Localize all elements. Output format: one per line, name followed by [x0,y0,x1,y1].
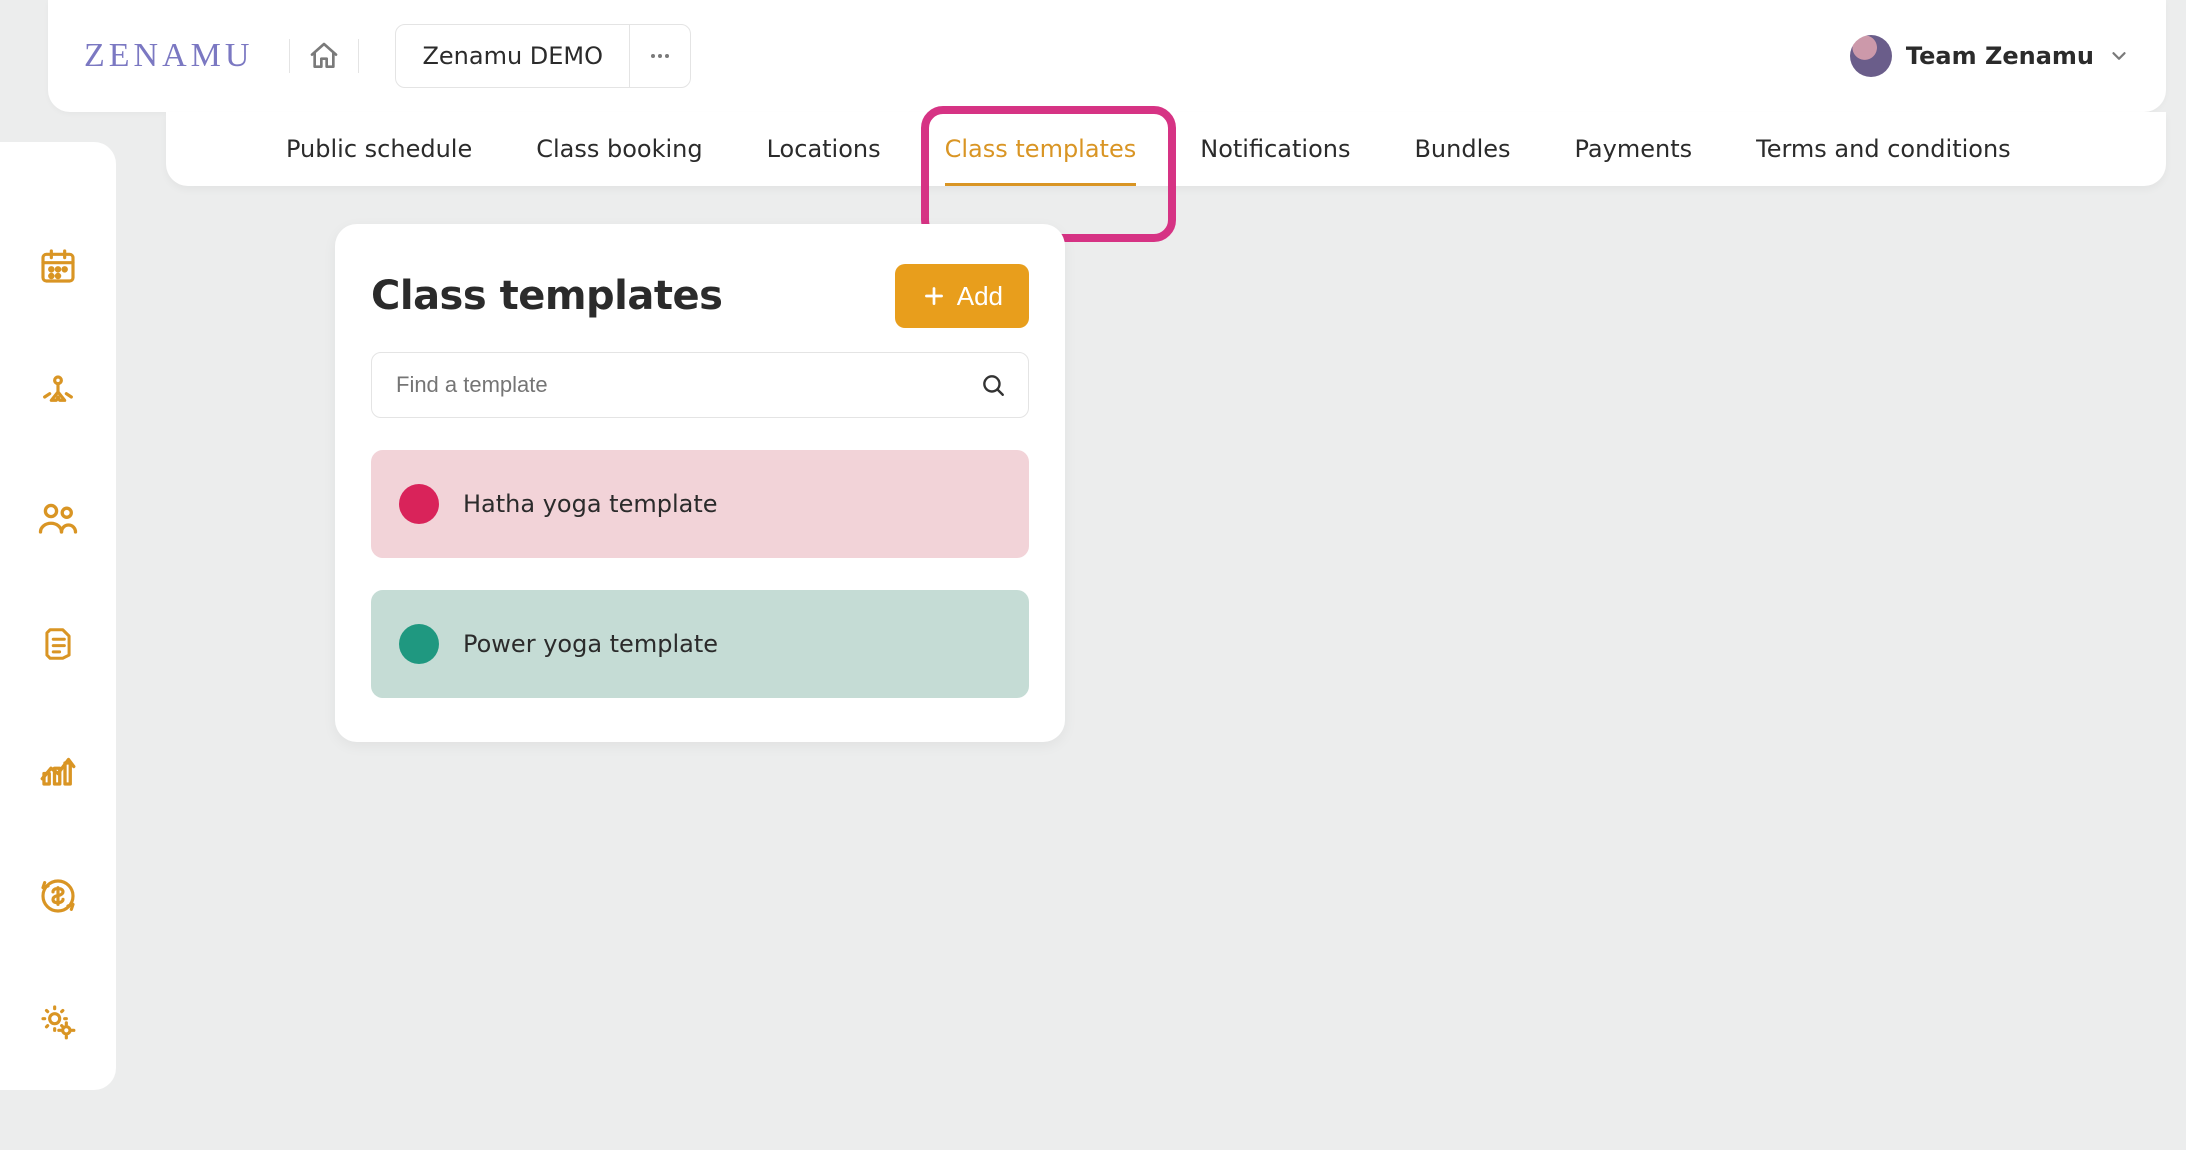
more-icon[interactable] [629,25,690,87]
topbar: ZENAMU Zenamu DEMO Team Zenamu [48,0,2166,112]
org-selector[interactable]: Zenamu DEMO [395,24,691,88]
template-item[interactable]: Power yoga template [371,590,1029,698]
user-menu[interactable]: Team Zenamu [1850,35,2130,77]
sidebar [0,142,116,1090]
people-icon [37,497,79,539]
brand-logo[interactable]: ZENAMU [84,37,253,75]
search-input[interactable] [394,371,980,399]
sidebar-item-yoga[interactable] [30,364,86,420]
tab-notifications[interactable]: Notifications [1200,112,1350,186]
document-icon [39,625,77,663]
sidebar-item-document[interactable] [30,616,86,672]
search-icon[interactable] [980,372,1006,398]
tab-locations[interactable]: Locations [767,112,881,186]
divider [358,39,359,73]
settings-icon [38,1002,78,1042]
sidebar-item-settings[interactable] [30,994,86,1050]
tab-public-schedule[interactable]: Public schedule [286,112,472,186]
tab-terms-and-conditions[interactable]: Terms and conditions [1756,112,2011,186]
billing-icon [38,876,78,916]
subnav: Public schedule Class booking Locations Cla… [166,112,2166,186]
template-name: Power yoga template [463,630,718,658]
plus-icon [921,283,947,309]
analytics-icon [37,749,79,791]
page-title: Class templates [371,273,722,319]
tab-bundles[interactable]: Bundles [1414,112,1510,186]
search-box[interactable] [371,352,1029,418]
tab-class-booking[interactable]: Class booking [536,112,702,186]
template-color-dot [399,624,439,664]
calendar-icon [38,246,78,286]
tab-class-templates[interactable]: Class templates [945,112,1137,186]
sidebar-item-people[interactable] [30,490,86,546]
template-color-dot [399,484,439,524]
home-icon[interactable] [308,40,340,72]
chevron-down-icon [2108,45,2130,67]
templates-card: Class templates Add Hatha yoga template P… [335,224,1065,742]
sidebar-item-analytics[interactable] [30,742,86,798]
org-name: Zenamu DEMO [396,42,629,70]
sidebar-item-billing[interactable] [30,868,86,924]
template-item[interactable]: Hatha yoga template [371,450,1029,558]
add-button-label: Add [957,281,1003,312]
tab-payments[interactable]: Payments [1575,112,1693,186]
avatar [1850,35,1892,77]
user-name: Team Zenamu [1906,42,2094,70]
divider [289,39,290,73]
yoga-icon [38,372,78,412]
add-button[interactable]: Add [895,264,1029,328]
template-name: Hatha yoga template [463,490,718,518]
sidebar-item-calendar[interactable] [30,238,86,294]
